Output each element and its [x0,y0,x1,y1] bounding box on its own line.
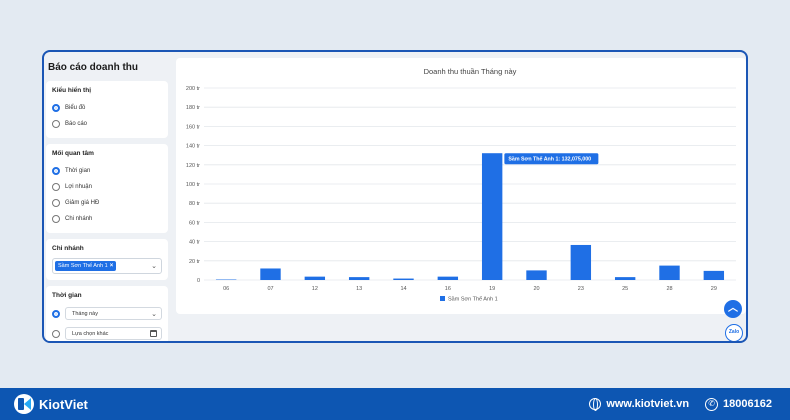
radio-profit[interactable]: Lợi nhuận [52,179,162,195]
revenue-chart: Doanh thu thuần Tháng này 0 20 tr 40 tr 60 t… [176,58,746,314]
time-title: Thời gian [52,292,82,299]
radio-label: Giảm giá HĐ [65,200,100,206]
calendar-icon[interactable] [150,330,157,337]
x-tick-label: 19 [489,286,495,292]
time-preset-value: Tháng này [72,310,98,317]
legend-swatch [440,296,445,301]
bar [703,270,725,280]
radio-label: Lợi nhuận [65,184,92,190]
time-custom-label: Lựa chọn khác [72,330,109,337]
y-tick-label: 180 tr [186,105,200,111]
display-type-panel: Kiểu hiển thị Biểu đồ Báo cáo [46,81,168,138]
radio-selected-icon[interactable] [52,167,60,175]
radio-icon[interactable] [52,183,60,191]
chevron-down-icon: ⌄ [151,310,157,318]
y-tick-label: 20 tr [189,259,200,265]
chart-svg: Doanh thu thuần Tháng này 0 20 tr 40 tr 60 t… [186,67,736,303]
page-title: Báo cáo doanh thu [48,62,138,73]
zalo-chat-button[interactable]: Zalo [725,324,743,341]
branch-title: Chi nhánh [52,245,84,252]
time-preset-select[interactable]: Tháng này ⌄ [65,307,162,320]
time-custom-field[interactable]: Lựa chọn khác [65,327,162,340]
globe-icon [589,398,602,411]
close-icon[interactable]: × [110,263,114,269]
time-custom-row[interactable]: Lựa chọn khác [52,325,162,341]
radio-selected-icon[interactable] [52,104,60,112]
x-tick-label: 07 [267,286,273,292]
concern-panel: Mối quan tâm Thời gian Lợi nhuận Giảm gi… [46,144,168,233]
website-link[interactable]: www.kiotviet.vn [589,398,690,411]
y-tick-label: 0 [197,278,200,284]
x-tick-label: 23 [578,286,584,292]
display-type-title: Kiểu hiển thị [52,87,91,94]
y-tick-label: 100 tr [186,182,200,188]
bar [570,244,592,280]
radio-selected-icon[interactable] [52,309,60,318]
radio-icon[interactable] [52,215,60,223]
brand: KiotViet [14,394,88,414]
phone-text: 18006162 [723,398,772,410]
y-tick-label: 120 tr [186,163,200,169]
branch-select[interactable]: Sầm Sơn Thế Anh 1 × ⌄ [52,258,162,274]
bar [614,277,636,280]
bar [437,276,459,280]
y-tick-label: 160 tr [186,124,200,130]
radio-branch[interactable]: Chi nhánh [52,211,162,227]
branch-chip: Sầm Sơn Thế Anh 1 × [55,261,117,271]
chevron-down-icon[interactable]: ⌄ [151,262,157,270]
footer-bar: KiotViet www.kiotviet.vn ✆ 18006162 [0,388,790,420]
radio-icon[interactable] [52,120,60,128]
tooltip-text: Sầm Sơn Thế Anh 1: 132,075,000 [508,156,591,163]
x-tick-label: 20 [533,286,539,292]
bar [659,265,680,280]
radio-report[interactable]: Báo cáo [52,116,162,132]
radio-label: Chi nhánh [65,216,93,222]
radio-invoice-discount[interactable]: Giảm giá HĐ [52,195,162,211]
radio-label: Thời gian [65,168,91,174]
x-tick-label: 28 [666,286,672,292]
legend-label: Sầm Sơn Thế Anh 1 [448,297,498,303]
x-tick-label: 16 [445,286,451,292]
x-tick-label: 25 [622,286,628,292]
y-tick-label: 140 tr [186,144,200,150]
x-tick-label: 06 [223,286,229,292]
bar [348,277,370,280]
sidebar: Báo cáo doanh thu Kiểu hiển thị Biểu đồ … [46,58,168,341]
brand-name: KiotViet [39,396,88,412]
branch-chip-label: Sầm Sơn Thế Anh 1 [58,263,108,269]
time-panel: Thời gian Tháng này ⌄ Lựa chọn khác [46,286,168,341]
footer-contacts: www.kiotviet.vn ✆ 18006162 [589,397,772,411]
y-tick-label: 80 tr [189,201,200,207]
radio-icon[interactable] [52,329,60,338]
chevron-up-icon[interactable]: ︿ [724,300,742,318]
report-window: Báo cáo doanh thu Kiểu hiển thị Biểu đồ … [42,50,748,343]
y-tick-label: 60 tr [189,220,200,226]
x-tick-label: 12 [312,286,318,292]
x-tick-label: 14 [400,286,406,292]
y-tick-label: 200 tr [186,86,200,92]
x-tick-label: 13 [356,286,362,292]
concern-title: Mối quan tâm [52,150,94,157]
radio-icon[interactable] [52,199,60,207]
time-preset-row[interactable]: Tháng này ⌄ [52,305,162,322]
chart-title: Doanh thu thuần Tháng này [424,67,517,76]
radio-label: Biểu đồ [65,105,86,111]
bar [393,278,414,280]
y-tick-label: 40 tr [189,240,200,246]
phone-link[interactable]: ✆ 18006162 [705,397,772,411]
bar [481,153,503,280]
website-text: www.kiotviet.vn [606,398,690,410]
radio-chart[interactable]: Biểu đồ [52,100,162,116]
bar [526,270,547,280]
branch-panel: Chi nhánh Sầm Sơn Thế Anh 1 × ⌄ [46,239,168,280]
radio-label: Báo cáo [65,121,88,127]
bar [260,268,281,280]
phone-icon: ✆ [705,397,719,411]
radio-time[interactable]: Thời gian [52,163,162,179]
x-tick-label: 29 [711,286,717,292]
kiotviet-logo-icon [14,394,34,414]
bar [304,276,326,280]
